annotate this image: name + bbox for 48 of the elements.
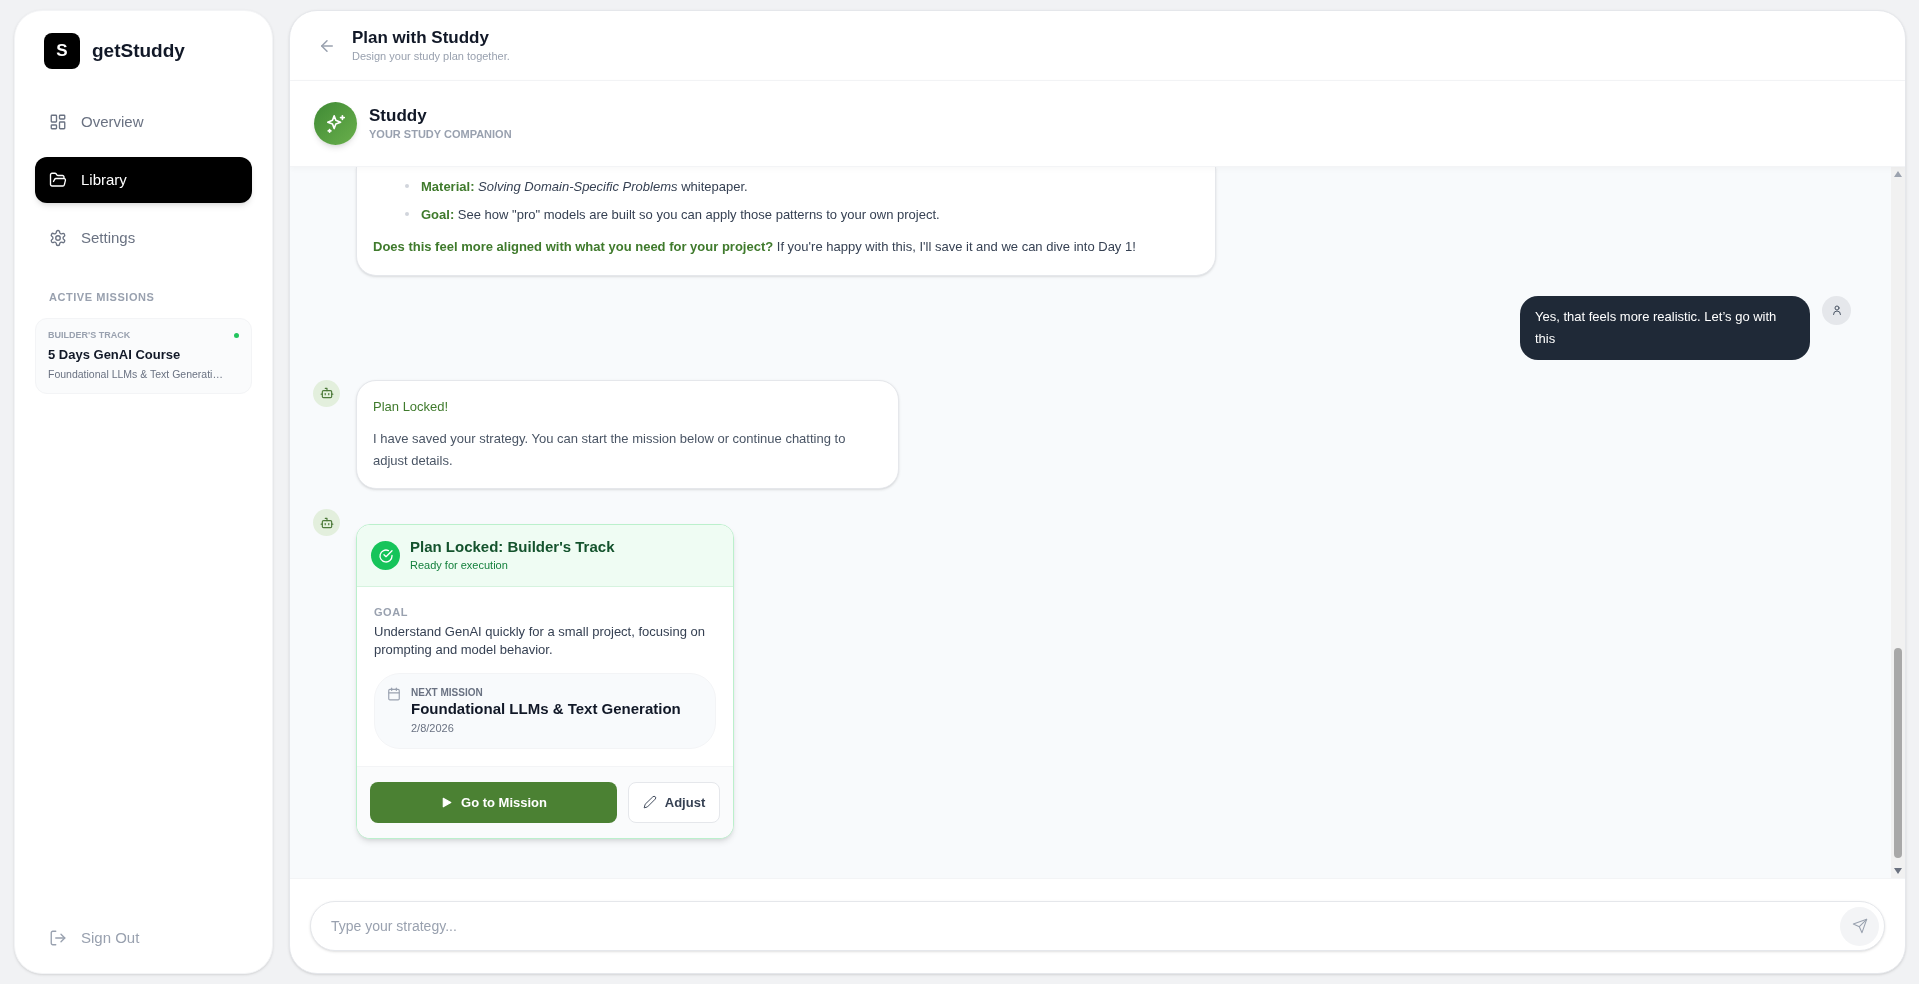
go-to-mission-button[interactable]: Go to Mission <box>370 781 617 823</box>
page-title: Plan with Studdy <box>352 26 490 48</box>
sign-out-link[interactable]: Sign Out <box>35 926 252 949</box>
adjust-button[interactable]: Adjust <box>628 781 720 823</box>
calendar-icon <box>387 686 401 701</box>
goal-text: Understand GenAI quickly for a small project, focusing on prompting and model behavior. <box>374 622 706 659</box>
check-circle-icon <box>377 547 394 564</box>
message-text: Does this feel more aligned with what you need for your project? If you're happy with this, I'll save it and we can dive into Day 1! <box>373 238 1137 256</box>
bullet-text: Material: Solving Domain-Specific Problems whitepaper. <box>421 178 748 196</box>
message-title: Plan Locked! <box>373 397 450 416</box>
next-mission-label: NEXT MISSION <box>411 685 484 700</box>
mission-track: BUILDER'S TRACK <box>48 328 131 342</box>
robot-icon <box>319 386 334 400</box>
nav-item[interactable]: Library <box>35 157 252 203</box>
page-subtitle: Design your study plan together. <box>352 48 510 64</box>
play-icon <box>440 795 453 809</box>
user-icon <box>1830 304 1843 316</box>
scrollbar[interactable] <box>1891 167 1905 878</box>
scrollbar-thumb[interactable] <box>1894 648 1902 858</box>
companion-tagline: YOUR STUDY COMPANION <box>369 126 512 142</box>
brand-name: getStuddy <box>92 38 185 63</box>
plan-title: Plan Locked: Builder's Track <box>410 537 615 557</box>
mission-subtitle: Foundational LLMs & Text Generati… <box>48 366 224 382</box>
goal-label: GOAL <box>374 605 409 620</box>
mission-card[interactable]: BUILDER'S TRACK 5 Days GenAI Course Foundational LLMs & Text Generati… <box>35 317 252 395</box>
pencil-icon <box>642 795 657 810</box>
sparkles-icon <box>324 112 347 135</box>
message-input-field[interactable]: Type your strategy... <box>310 901 1885 951</box>
nav-item[interactable]: Overview <box>35 99 252 145</box>
mission-title: 5 Days GenAI Course <box>48 346 182 364</box>
next-mission-date: 2/8/2026 <box>411 721 455 737</box>
settings-icon <box>49 229 67 247</box>
scroll-down-icon[interactable] <box>1894 868 1902 874</box>
message-text: I have saved your strategy. You can start the mission below or continue chatting to adjust details. <box>373 430 847 470</box>
section-title: ACTIVE MISSIONS <box>48 290 156 305</box>
user-message: Yes, that feels more realistic. Let’s go with this <box>1520 295 1810 360</box>
nav-item[interactable]: Settings <box>35 215 252 261</box>
robot-icon <box>319 515 334 530</box>
scroll-up-icon[interactable] <box>1894 171 1902 177</box>
send-icon <box>1851 918 1868 934</box>
folder-icon <box>49 171 67 189</box>
logo-mark: S <box>44 33 80 69</box>
plan-status: Ready for execution <box>410 557 509 573</box>
sign-out-icon <box>49 928 67 947</box>
companion-name: Studdy <box>369 104 428 126</box>
next-mission-title: Foundational LLMs & Text Generation <box>411 699 681 719</box>
bullet-text: Goal: See how "pro" models are built so you can apply those patterns to your own project. <box>421 205 940 224</box>
grid-icon <box>49 113 67 131</box>
